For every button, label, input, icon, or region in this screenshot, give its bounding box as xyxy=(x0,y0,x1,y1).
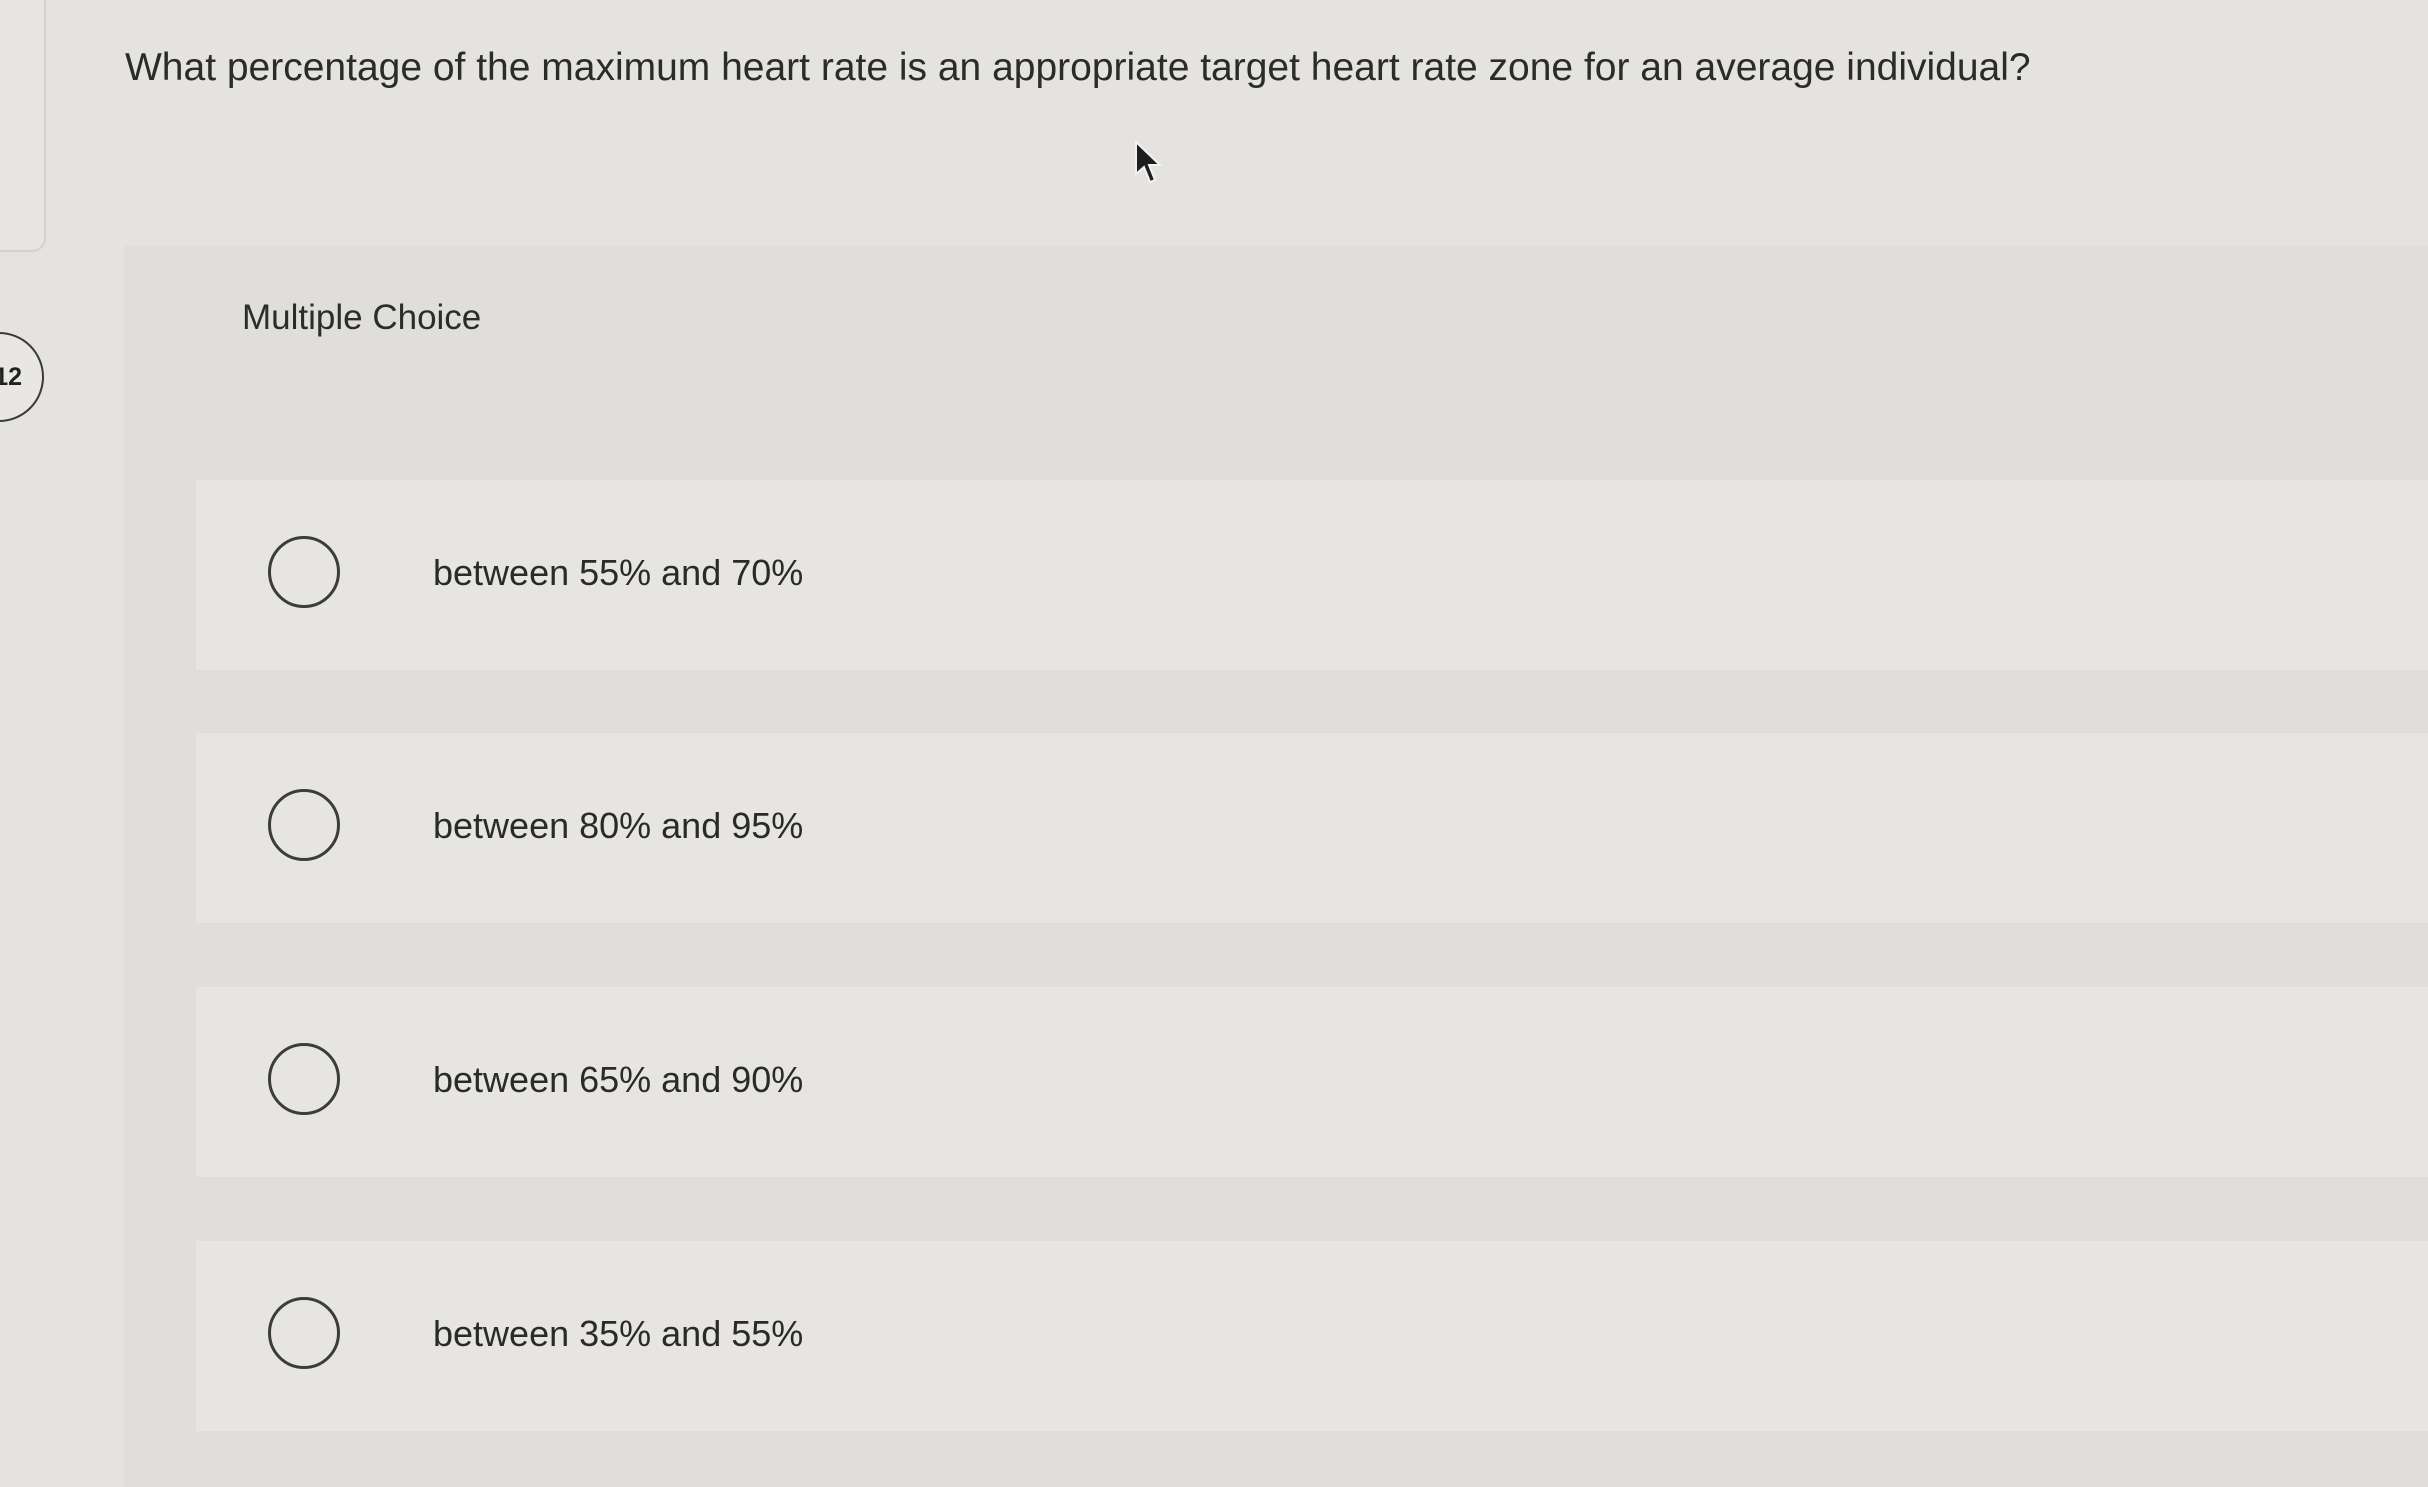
mouse-pointer-icon xyxy=(1135,140,1163,184)
radio-button-icon[interactable] xyxy=(268,1043,340,1115)
radio-button-icon[interactable] xyxy=(268,1297,340,1369)
question-number: 12 xyxy=(0,363,22,391)
answer-option-2[interactable]: between 80% and 95% xyxy=(196,733,2428,923)
answer-option-label: between 65% and 90% xyxy=(433,1059,804,1100)
answer-option-label: between 55% and 70% xyxy=(433,552,804,593)
question-text: What percentage of the maximum heart rat… xyxy=(125,46,2031,89)
answer-option-label: between 80% and 95% xyxy=(433,805,804,846)
question-number-badge[interactable]: 12 xyxy=(0,332,44,422)
radio-button-icon[interactable] xyxy=(268,789,340,861)
answer-option-4[interactable]: between 35% and 55% xyxy=(196,1241,2428,1431)
multiple-choice-label: Multiple Choice xyxy=(242,298,482,337)
left-rail xyxy=(0,0,46,252)
answer-option-label: between 35% and 55% xyxy=(433,1313,804,1354)
radio-button-icon[interactable] xyxy=(268,536,340,608)
answer-option-3[interactable]: between 65% and 90% xyxy=(196,987,2428,1177)
answer-option-1[interactable]: between 55% and 70% xyxy=(196,480,2428,670)
